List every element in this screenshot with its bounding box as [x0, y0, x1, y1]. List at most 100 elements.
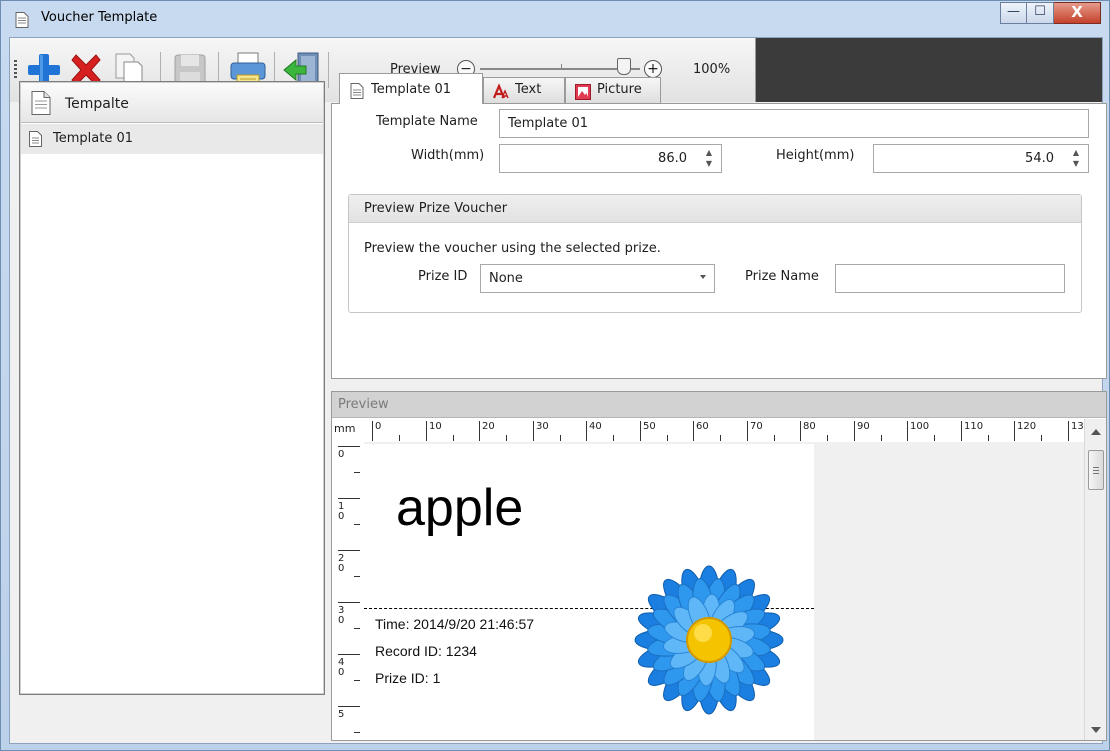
- ruler-minor-tick: [354, 680, 360, 681]
- picture-icon: [575, 84, 591, 100]
- template-list-panel: Tempalte Template 01: [19, 81, 325, 695]
- zoom-slider[interactable]: [480, 68, 640, 70]
- preview-canvas[interactable]: apple Time: 2014/9/20 21:46:57 Record ID…: [364, 442, 1084, 740]
- ruler-tick-label: 1 0: [338, 501, 345, 522]
- ruler-tick-label: 3 0: [338, 605, 345, 626]
- ruler-major-tick: [854, 421, 855, 441]
- window-title: Voucher Template: [41, 10, 158, 25]
- ruler-minor-tick: [354, 524, 360, 525]
- ruler-tick-label: 110: [964, 421, 984, 432]
- ruler-major-tick: [338, 602, 360, 603]
- template-settings-panel: Template Name Template 01 Width(mm) 86.0…: [331, 103, 1107, 379]
- ruler-minor-tick: [881, 435, 882, 441]
- maximize-icon: ☐: [1034, 4, 1046, 19]
- document-icon: [15, 12, 29, 28]
- ruler-major-tick: [747, 421, 748, 441]
- slider-tick: [561, 64, 562, 69]
- ruler-tick-label: 0: [338, 449, 345, 460]
- zoom-in-button[interactable]: +: [644, 60, 662, 78]
- preview-panel: Preview mm 0 10 20 30 40 50 60 70 80 90 100 110 120 1…: [331, 391, 1107, 741]
- ruler-minor-tick: [667, 435, 668, 441]
- ruler-unit: mm: [334, 422, 356, 435]
- preview-prize-group: Preview Prize Voucher Preview the vouche…: [348, 194, 1082, 313]
- list-item-template-01[interactable]: Template 01: [21, 124, 323, 154]
- vertical-scrollbar[interactable]: [1084, 419, 1106, 740]
- height-label: Height(mm): [776, 148, 855, 163]
- horizontal-ruler: mm 0 10 20 30 40 50 60 70 80 90 100 110 120 130: [332, 419, 1090, 442]
- spin-updown-icon[interactable]: ▲ ▼: [703, 147, 715, 170]
- zoom-slider-thumb[interactable]: [617, 58, 631, 75]
- ruler-minor-tick: [354, 628, 360, 629]
- group-header: Preview Prize Voucher: [349, 195, 1081, 223]
- ruler-tick-label: 60: [696, 421, 709, 432]
- group-title: Preview Prize Voucher: [364, 201, 508, 216]
- ruler-tick-label: 10: [429, 421, 442, 432]
- ruler-minor-tick: [354, 472, 360, 473]
- close-button[interactable]: X: [1054, 2, 1101, 24]
- document-icon: [29, 131, 42, 147]
- grip-line: [1093, 470, 1099, 471]
- width-value: 86.0: [658, 151, 687, 166]
- minimize-button[interactable]: —: [1000, 2, 1027, 24]
- preview-title: Preview: [338, 397, 389, 412]
- ruler-tick-label: 20: [482, 421, 495, 432]
- ruler-minor-tick: [453, 435, 454, 441]
- tab-template-01[interactable]: Template 01: [339, 73, 483, 104]
- ruler-tick-label: 30: [536, 421, 549, 432]
- prize-id-value: None: [489, 271, 523, 286]
- list-item-label: Template 01: [53, 131, 133, 146]
- ruler-minor-tick: [506, 435, 507, 441]
- ruler-tick-label: 0: [375, 421, 382, 432]
- prize-name-label: Prize Name: [745, 269, 819, 284]
- grip-line: [1093, 467, 1099, 468]
- grip-line: [1093, 473, 1099, 474]
- ruler-major-tick: [338, 446, 360, 447]
- ruler-major-tick: [372, 421, 373, 441]
- prize-description: Preview the voucher using the selected p…: [364, 241, 661, 256]
- maximize-button[interactable]: ☐: [1027, 2, 1054, 24]
- scroll-up-icon[interactable]: [1091, 429, 1101, 435]
- ruler-minor-tick: [988, 435, 989, 441]
- ruler-major-tick: [1068, 421, 1069, 441]
- voucher-record-id: Record ID: 1234: [375, 643, 477, 659]
- tab-label: Picture: [597, 82, 642, 97]
- scroll-down-icon[interactable]: [1091, 727, 1101, 733]
- ruler-tick-label: 50: [643, 421, 656, 432]
- ruler-major-tick: [338, 498, 360, 499]
- ruler-major-tick: [479, 421, 480, 441]
- ruler-major-tick: [338, 654, 360, 655]
- tab-label: Text: [515, 82, 542, 97]
- width-label: Width(mm): [411, 148, 485, 163]
- ruler-minor-tick: [613, 435, 614, 441]
- height-field[interactable]: 54.0 ▲ ▼: [873, 144, 1089, 173]
- prize-id-combobox[interactable]: None: [480, 264, 715, 293]
- ruler-tick-label: 2 0: [338, 553, 345, 574]
- ruler-minor-tick: [560, 435, 561, 441]
- vertical-ruler: 0 1 0 2 0 3 0 4 0 5: [332, 442, 364, 740]
- voucher-template-window: Voucher Template — ☐ X Preview − + 100% …: [0, 0, 1110, 751]
- tab-text[interactable]: Text: [483, 77, 565, 103]
- width-field[interactable]: 86.0 ▲ ▼: [499, 144, 722, 173]
- ruler-major-tick: [338, 706, 360, 707]
- ruler-major-tick: [533, 421, 534, 441]
- template-name-label: Template Name: [376, 114, 478, 129]
- ruler-tick-label: 70: [750, 421, 763, 432]
- toolbar-grip[interactable]: [14, 60, 17, 80]
- ruler-major-tick: [907, 421, 908, 441]
- height-value: 54.0: [1025, 151, 1054, 166]
- ruler-tick-label: 40: [589, 421, 602, 432]
- document-icon: [31, 91, 51, 115]
- template-name-field[interactable]: Template 01: [499, 109, 1089, 138]
- chevron-down-icon: [700, 275, 706, 279]
- preview-header: Preview: [332, 392, 1106, 418]
- tab-picture[interactable]: Picture: [565, 77, 661, 103]
- ruler-major-tick: [426, 421, 427, 441]
- ruler-minor-tick: [934, 435, 935, 441]
- flower-picture: [634, 565, 784, 715]
- ruler-minor-tick: [774, 435, 775, 441]
- flower-center-highlight: [694, 624, 712, 642]
- scroll-thumb[interactable]: [1088, 450, 1104, 490]
- spin-updown-icon[interactable]: ▲ ▼: [1070, 147, 1082, 170]
- prize-name-field[interactable]: [835, 264, 1065, 293]
- template-list-header[interactable]: Tempalte: [21, 83, 323, 123]
